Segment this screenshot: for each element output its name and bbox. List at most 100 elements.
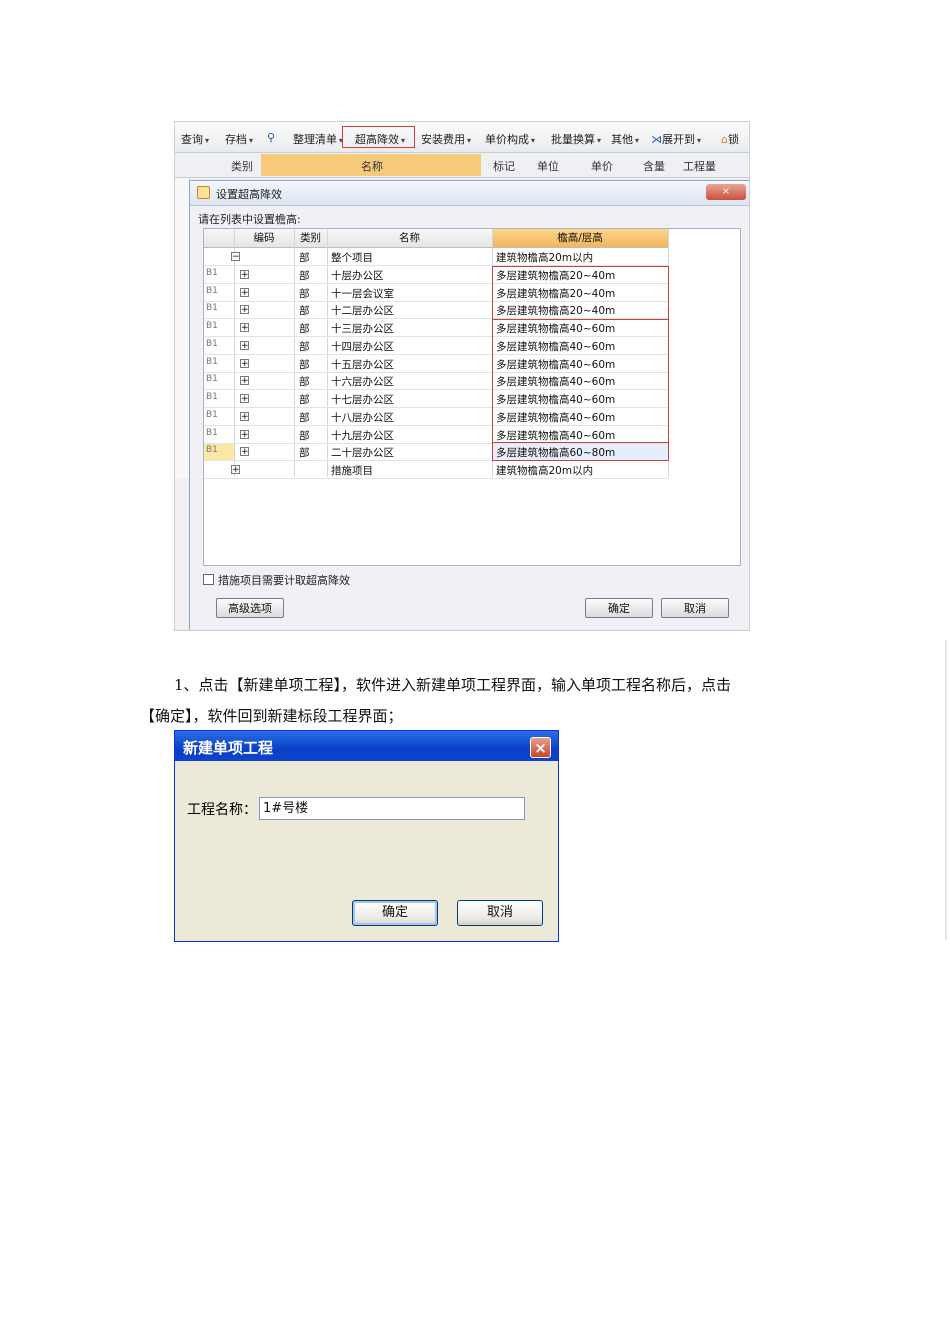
row-code: B1 [206, 374, 218, 384]
bg-col-name: 名称 [361, 160, 383, 173]
toolbar-organize-list[interactable]: 整理清单 ▾ [293, 131, 343, 147]
row-category: 部 [299, 323, 310, 335]
cancel-button[interactable]: 取消 [661, 598, 729, 618]
row-code: B1 [206, 339, 218, 349]
dialog-titlebar: 设置超高降效 × [190, 181, 749, 206]
lock-icon: ⌂ [721, 133, 728, 146]
grid-vline [294, 229, 295, 477]
row-category: 部 [299, 412, 310, 424]
project-name-input[interactable]: 1#号楼 [259, 797, 525, 820]
highlight-box-20-40m [492, 266, 669, 320]
row-category: 部 [299, 394, 310, 406]
row-category: 部 [299, 270, 310, 282]
row-code: B1 [206, 445, 218, 455]
bg-col-price: 单价 [591, 160, 613, 173]
expand-toggle[interactable]: + [231, 465, 240, 475]
expand-toggle[interactable]: + [240, 359, 249, 369]
instruction-line-1: 1、点击【新建单项工程】，软件进入新建单项工程界面，输入单项工程名称后，点击 [174, 676, 732, 694]
row-code: B1 [206, 428, 218, 438]
row-category: 部 [299, 447, 310, 459]
grid-col-category: 类别 [294, 229, 328, 248]
toolbar-archive[interactable]: 存档 ▾ [225, 131, 253, 147]
expand-toggle[interactable]: + [240, 412, 249, 422]
page-edge-artifact [945, 640, 947, 940]
row-name: 十四层办公区 [331, 341, 394, 353]
toolbar-unit-price[interactable]: 单价构成 ▾ [485, 131, 535, 147]
expand-toggle[interactable]: + [240, 288, 249, 298]
toolbar-other[interactable]: 其他 ▾ [611, 131, 639, 147]
row-height[interactable]: 建筑物檐高20m以内 [496, 250, 593, 265]
new-single-project-dialog: 新建单项工程 × 工程名称： 1#号楼 确定 取消 [174, 730, 559, 942]
dialog-instruction: 请在列表中设置檐高: [198, 213, 301, 226]
dialog-title: 设置超高降效 [216, 188, 282, 201]
row-category: 部 [299, 288, 310, 300]
row-code: B1 [206, 357, 218, 367]
expand-toggle[interactable]: + [240, 270, 249, 280]
row-category: 部 [299, 359, 310, 371]
project-name-label: 工程名称： [187, 802, 257, 818]
ok-button[interactable]: 确定 [585, 598, 653, 618]
grid-vline [327, 229, 328, 477]
grid-col-height: 檐高/层高 [492, 229, 669, 248]
toolbar-query[interactable]: 查询 ▾ [181, 131, 209, 147]
expand-toggle[interactable]: + [240, 447, 249, 457]
row-name: 十二层办公区 [331, 305, 394, 317]
height-settings-grid: 编码 类别 名称 檐高/层高 − 整个项目 部 建筑物檐高20m以内 B1 + … [203, 228, 741, 566]
row-name: 二十层办公区 [331, 447, 394, 459]
toolbar-expand-to[interactable]: ⋊展开到 ▾ [651, 131, 701, 147]
toolbar-install-cost[interactable]: 安装费用 ▾ [421, 131, 471, 147]
row-name: 十九层办公区 [331, 430, 394, 442]
toolbar: 查询 ▾ 存档 ▾ ⚲ 整理清单 ▾ 超高降效 ▾ 安装费用 ▾ 单价构成 ▾ 批量换算 ▾ … [175, 122, 749, 153]
row-category: 部 [299, 252, 310, 264]
binoculars-icon[interactable]: ⚲ [267, 131, 275, 144]
row-name: 十六层办公区 [331, 376, 394, 388]
row-code: B1 [206, 303, 218, 313]
dialog-title: 新建单项工程 [183, 739, 274, 757]
close-icon[interactable]: × [530, 737, 551, 758]
expand-toggle[interactable]: + [240, 305, 249, 315]
bg-col-mark: 标记 [493, 160, 515, 173]
bg-col-quantity: 含量 [643, 160, 665, 173]
dialog-close-button[interactable]: × [706, 184, 746, 200]
instruction-line-2: 【确定】，软件回到新建标段工程界面； [140, 707, 403, 725]
bg-col-unit: 单位 [537, 160, 559, 173]
expand-toggle[interactable]: + [240, 430, 249, 440]
toolbar-batch-convert[interactable]: 批量换算 ▾ [551, 131, 601, 147]
row-code: B1 [206, 392, 218, 402]
expand-toggle[interactable]: + [240, 323, 249, 333]
row-name: 十层办公区 [331, 270, 384, 282]
grid-col-code: 编码 [234, 229, 295, 248]
row-code: B1 [206, 286, 218, 296]
toolbar-lock[interactable]: ⌂锁 [721, 131, 739, 147]
highlight-box-40-60m [492, 319, 669, 443]
row-code: B1 [206, 410, 218, 420]
dialog-titlebar: 新建单项工程 × [175, 731, 558, 761]
expand-toggle[interactable]: + [240, 394, 249, 404]
row-name: 十三层办公区 [331, 323, 394, 335]
cancel-button[interactable]: 取消 [457, 900, 543, 926]
checkbox-label: 措施项目需要计取超高降效 [218, 574, 350, 587]
grid-col-name: 名称 [327, 229, 493, 248]
toolbar-highlight-box [342, 126, 415, 148]
advanced-options-button[interactable]: 高级选项 [216, 598, 284, 618]
row-name: 十五层办公区 [331, 359, 394, 371]
highlight-box-60-80m [492, 442, 669, 461]
expand-toggle[interactable]: + [240, 376, 249, 386]
row-category: 部 [299, 305, 310, 317]
grid-corner [204, 229, 235, 248]
screenshot-set-height-dialog: 查询 ▾ 存档 ▾ ⚲ 整理清单 ▾ 超高降效 ▾ 安装费用 ▾ 单价构成 ▾ 批量换算 ▾ … [174, 121, 750, 631]
expand-toggle[interactable]: + [240, 341, 249, 351]
background-row-headers [175, 178, 190, 478]
set-height-dialog: 设置超高降效 × 请在列表中设置檐高: 编码 类别 名称 檐高/层高 − 整个项… [189, 180, 749, 630]
row-code: B1 [206, 321, 218, 331]
expand-icon: ⋊ [651, 133, 662, 146]
row-category: 部 [299, 430, 310, 442]
ok-button[interactable]: 确定 [352, 900, 438, 926]
collapse-toggle[interactable]: − [231, 252, 240, 262]
dialog-app-icon [197, 186, 210, 199]
row-name: 十八层办公区 [331, 412, 394, 424]
row-name: 十一层会议室 [331, 288, 394, 300]
measure-items-checkbox[interactable] [203, 574, 214, 585]
row-height[interactable]: 建筑物檐高20m以内 [496, 463, 593, 478]
row-name: 整个项目 [331, 252, 373, 264]
